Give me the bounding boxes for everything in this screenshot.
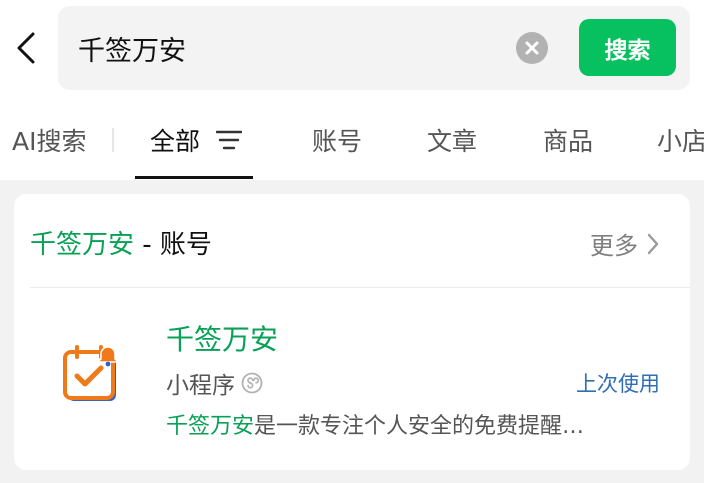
description-highlight: 千签万安	[166, 414, 255, 439]
account-result-card: 千签万安 - 账号 更多 千签万安 小程序 上次使用 千签万安是一款专注个人安全…	[14, 194, 690, 470]
recently-used-label: 上次使用	[576, 372, 660, 396]
section-title: 千签万安 - 账号	[30, 224, 212, 261]
section-title-suffix: - 账号	[134, 230, 212, 260]
tab-divider	[112, 128, 114, 152]
chevron-left-icon	[17, 32, 35, 64]
mini-program-type: 小程序	[166, 366, 263, 400]
mini-program-logo[interactable]	[40, 323, 144, 427]
more-label: 更多	[590, 232, 638, 260]
mini-program-name[interactable]: 千签万安	[166, 318, 278, 358]
mini-program-icon	[241, 372, 263, 394]
mini-program-description: 千签万安是一款专注个人安全的免费提醒…	[166, 408, 646, 440]
filter-tabs: AI搜索 全部 账号 文章 商品 小店	[0, 100, 704, 180]
tab-label: 小店	[657, 127, 704, 156]
tab-all[interactable]: 全部	[150, 122, 243, 158]
close-icon	[525, 41, 539, 55]
more-link[interactable]: 更多	[590, 226, 660, 261]
filter-icon[interactable]	[216, 129, 243, 151]
back-button[interactable]	[6, 26, 46, 70]
description-text: 是一款专注个人安全的免费提醒…	[254, 414, 585, 439]
tab-label: 全部	[150, 127, 201, 156]
tab-shop[interactable]: 小店	[657, 122, 704, 158]
clear-button[interactable]	[516, 32, 548, 64]
search-box: 搜索	[58, 6, 690, 90]
tab-ai-search[interactable]: AI搜索	[12, 122, 86, 158]
type-label: 小程序	[166, 373, 235, 399]
calendar-check-icon	[63, 345, 120, 401]
search-results-page: 搜索 AI搜索 全部 账号 文章 商品 小店 千签万安 - 账号 更多	[0, 0, 704, 483]
tab-label: AI搜索	[12, 127, 87, 156]
active-tab-indicator	[135, 176, 253, 179]
search-header: 搜索	[0, 0, 704, 100]
tab-article[interactable]: 文章	[427, 122, 477, 158]
tab-label: 文章	[427, 127, 478, 156]
chevron-right-icon	[646, 232, 660, 256]
tab-account[interactable]: 账号	[312, 122, 362, 158]
tab-label: 商品	[543, 127, 594, 156]
section-title-highlight: 千签万安	[30, 230, 135, 260]
tab-label: 账号	[312, 127, 363, 156]
tab-goods[interactable]: 商品	[543, 122, 593, 158]
card-divider	[30, 287, 690, 288]
search-input[interactable]	[78, 26, 498, 70]
search-button[interactable]: 搜索	[579, 19, 676, 76]
